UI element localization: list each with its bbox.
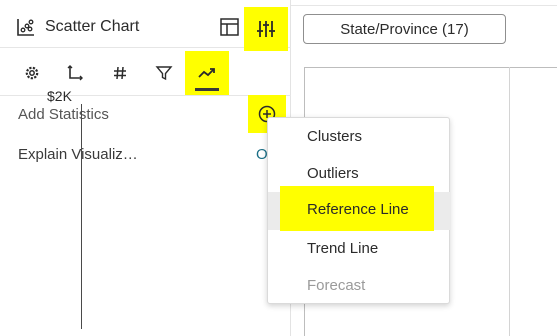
y-axis bbox=[81, 104, 82, 329]
properties-settings-button[interactable] bbox=[244, 7, 288, 51]
scatter-chart-icon bbox=[17, 19, 34, 36]
grid-line bbox=[509, 67, 510, 336]
sliders-icon bbox=[257, 21, 275, 37]
active-tab-indicator bbox=[195, 88, 219, 91]
menu-item-clusters[interactable]: Clusters bbox=[268, 118, 451, 156]
explain-visualization-label: Explain Visualiz… bbox=[18, 146, 138, 163]
menu-item-reference-line[interactable]: Reference Line bbox=[307, 201, 409, 218]
properties-panel: Scatter Chart Add Statistics Explain Vis… bbox=[0, 0, 291, 336]
add-statistics-label: Add Statistics bbox=[18, 106, 109, 123]
panel-title: Scatter Chart bbox=[45, 18, 140, 35]
state-province-button[interactable]: State/Province (17) bbox=[303, 14, 506, 44]
filter-icon bbox=[155, 65, 173, 80]
tab-general[interactable] bbox=[16, 49, 48, 96]
gear-icon bbox=[25, 66, 39, 79]
explain-toggle-text[interactable]: O bbox=[256, 146, 268, 163]
menu-item-trend-line[interactable]: Trend Line bbox=[268, 230, 451, 268]
axis-icon bbox=[67, 64, 83, 80]
tab-number-format[interactable] bbox=[104, 49, 136, 96]
trend-icon bbox=[198, 68, 215, 78]
menu-item-forecast: Forecast bbox=[307, 277, 366, 294]
panel-header: Scatter Chart bbox=[0, 7, 291, 51]
y-axis-tick-label: $2K bbox=[47, 88, 72, 104]
layout-icon[interactable] bbox=[219, 17, 241, 37]
tab-analytics[interactable] bbox=[185, 51, 229, 95]
hash-icon bbox=[114, 66, 126, 79]
tab-filter[interactable] bbox=[148, 49, 180, 96]
property-tabs bbox=[0, 49, 291, 96]
